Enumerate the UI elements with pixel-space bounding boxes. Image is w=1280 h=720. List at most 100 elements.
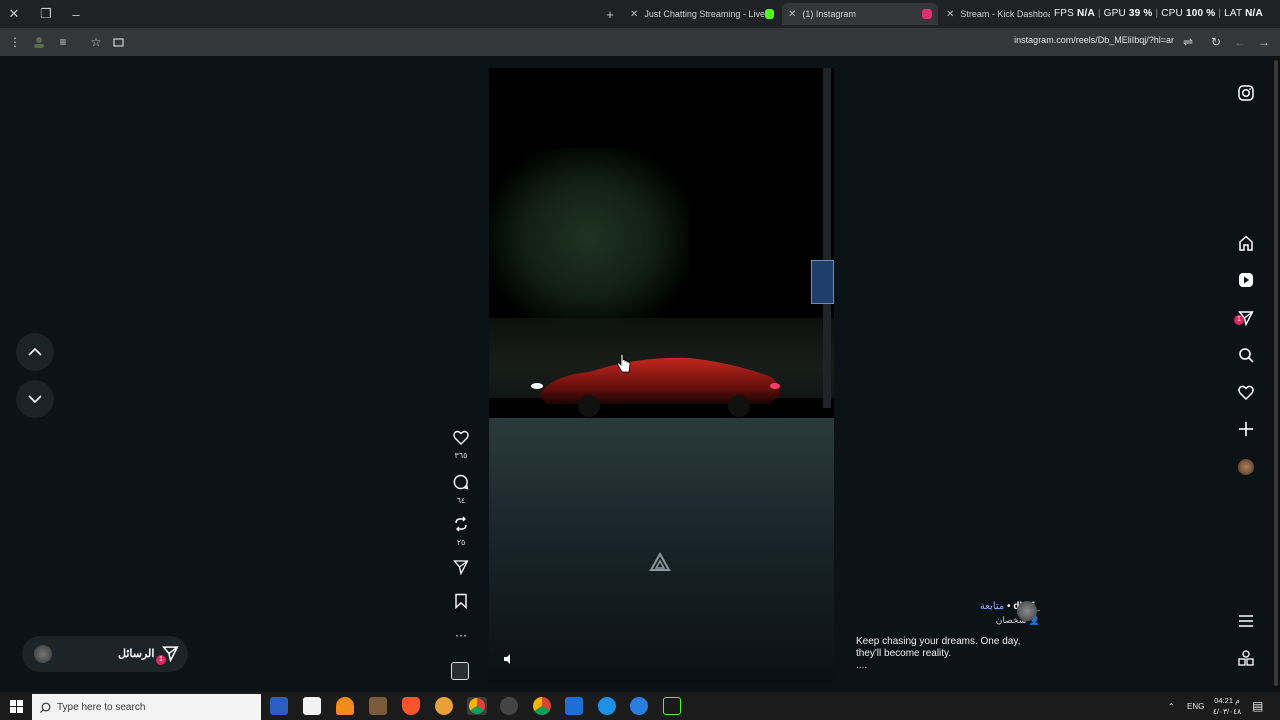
- install-app-icon[interactable]: [107, 31, 129, 53]
- gamebar-app-icon[interactable]: [565, 697, 583, 715]
- chrome-canary-icon[interactable]: [435, 697, 453, 715]
- gpu-label: GPU: [1103, 8, 1126, 19]
- browser-app-icon[interactable]: [630, 697, 648, 715]
- search-icon: [40, 702, 51, 713]
- url-text: instagram.com/reels/Db_MEliIbqj/?hl=ar: [1014, 35, 1174, 45]
- notifications-heart-icon[interactable]: [1236, 382, 1256, 402]
- tab-kick-dashboard[interactable]: ✕ Stream - Kick Dashboard: [940, 3, 1050, 25]
- chrome-active-icon[interactable]: [467, 697, 487, 715]
- fps-value: N/A: [1077, 8, 1095, 19]
- bookmark-icon: [455, 593, 467, 610]
- obs-app-icon[interactable]: [500, 697, 518, 715]
- reel-video[interactable]: [489, 68, 834, 682]
- tab-close-icon[interactable]: ✕: [788, 9, 796, 20]
- language-indicator[interactable]: ENG: [1187, 692, 1204, 720]
- new-tab-label: +: [606, 6, 614, 22]
- lat-label: LAT: [1224, 8, 1243, 19]
- close-window-icon[interactable]: ✕: [0, 0, 28, 28]
- video-pole-scenery: [823, 68, 831, 408]
- kick-favicon-icon: [764, 9, 774, 19]
- author-avatar[interactable]: [1017, 601, 1037, 621]
- profile-avatar[interactable]: [28, 31, 50, 53]
- share-button[interactable]: [449, 559, 473, 580]
- instagram-reels-page: ٣٦٥ ٦٤ ٢٥ ··· متابعة • dkof_: [0, 56, 1280, 692]
- tab-instagram[interactable]: ✕ (1) Instagram: [782, 3, 938, 25]
- messages-badge: 1: [156, 655, 166, 665]
- heart-icon: [453, 430, 469, 445]
- tab-title: Just Chatting Streaming - Live: [644, 9, 765, 19]
- taskbar-clock[interactable]: 04:21 م ٤/٠٣/٠٤٨: [1210, 695, 1244, 717]
- browser-tabbar: ✕ ❐ – + ✕ Just Chatting Streaming - Live…: [0, 0, 1280, 28]
- chevron-down-icon: [28, 395, 42, 403]
- caption-more-link[interactable]: ....: [856, 660, 1046, 672]
- follow-button[interactable]: متابعة: [980, 601, 1004, 612]
- home-icon[interactable]: [1236, 233, 1256, 253]
- performance-overlay: FPS N/A | GPU 39 % | CPU 100 % | LAT N/A: [1054, 8, 1263, 19]
- like-button[interactable]: ٣٦٥: [449, 430, 473, 460]
- tray-overflow-icon[interactable]: ⌃: [1168, 692, 1175, 720]
- reposts-count: ٢٥: [456, 538, 466, 547]
- taskbar-search-input[interactable]: Type here to search: [32, 694, 261, 720]
- reel-caption: Keep chasing your dreams. One day, they'…: [856, 636, 1046, 672]
- save-button[interactable]: [449, 593, 473, 614]
- chrome-browser-icon[interactable]: [533, 697, 551, 715]
- search-icon[interactable]: [1236, 345, 1256, 365]
- hand-cursor-icon: [617, 353, 631, 373]
- back-icon[interactable]: →: [1253, 31, 1275, 53]
- messages-avatar: [34, 645, 52, 663]
- scrollbar-thumb[interactable]: [1274, 60, 1278, 686]
- previous-reel-button[interactable]: [16, 333, 54, 371]
- create-plus-icon[interactable]: [1236, 419, 1256, 439]
- cpu-value: 100 %: [1185, 8, 1216, 19]
- forward-icon[interactable]: ←: [1229, 31, 1251, 53]
- bookmark-star-icon[interactable]: ☆: [85, 31, 107, 53]
- language-text: ENG: [1187, 701, 1205, 711]
- reels-icon[interactable]: [1236, 270, 1256, 290]
- tab-close-icon[interactable]: ✕: [946, 9, 954, 20]
- send-icon: [453, 560, 469, 576]
- comments-count: ٦٤: [456, 496, 466, 505]
- kick-app-icon[interactable]: [663, 697, 681, 715]
- tab-kick-live[interactable]: ✕ Just Chatting Streaming - Live: [624, 3, 780, 25]
- tab-title: (1) Instagram: [802, 9, 856, 19]
- cloudflare-app-icon[interactable]: [336, 697, 354, 715]
- red-car-image: [531, 357, 780, 417]
- comment-button[interactable]: ٦٤: [449, 474, 473, 505]
- outlook-app-icon[interactable]: [270, 697, 288, 715]
- messenger-app-icon[interactable]: [598, 697, 616, 715]
- menu-dots-icon[interactable]: ⋮: [4, 31, 26, 53]
- url-field[interactable]: instagram.com/reels/Db_MEliIbqj/?hl=ar: [1014, 35, 1174, 45]
- restore-window-icon[interactable]: ❐: [32, 0, 60, 28]
- search-placeholder: Type here to search: [57, 701, 146, 713]
- speaker-icon: [504, 654, 510, 664]
- caption-text: Keep chasing your dreams. One day, they'…: [856, 636, 1021, 659]
- profile-avatar[interactable]: [1236, 457, 1256, 477]
- brave-browser-icon[interactable]: [402, 697, 420, 715]
- tab-close-icon[interactable]: ✕: [630, 9, 638, 20]
- more-options-button[interactable]: ···: [449, 628, 473, 642]
- reading-list-icon[interactable]: ≡: [52, 31, 74, 53]
- page-scrollbar[interactable]: [1272, 56, 1280, 692]
- repost-button[interactable]: ٢٥: [449, 516, 473, 547]
- notifications-center-icon[interactable]: ▤: [1252, 692, 1263, 720]
- clock-date: ٤/٠٣/٠٤٨: [1212, 707, 1242, 716]
- next-reel-button[interactable]: [16, 380, 54, 418]
- volume-button[interactable]: [503, 654, 515, 666]
- video-tree-scenery: [489, 148, 689, 328]
- windows-start-button[interactable]: [0, 692, 32, 720]
- site-settings-icon[interactable]: ⇌: [1177, 31, 1199, 53]
- messages-label: الرسائل: [118, 648, 155, 660]
- tools-app-icon[interactable]: [369, 697, 387, 715]
- windows-taskbar: Type here to search ⌃ ENG 04:21 م ٤/٠٣/٠…: [0, 692, 1280, 720]
- reload-icon[interactable]: ↻: [1205, 31, 1227, 53]
- store-app-icon[interactable]: [303, 697, 321, 715]
- also-from-meta-icon[interactable]: [1236, 648, 1256, 668]
- comment-icon: [453, 474, 469, 490]
- messages-button[interactable]: الرسائل 1: [22, 636, 188, 672]
- instagram-logo-icon[interactable]: [1236, 83, 1256, 103]
- new-tab-button[interactable]: +: [596, 0, 624, 28]
- minimize-window-icon[interactable]: –: [62, 0, 90, 28]
- audio-track-thumbnail[interactable]: [451, 662, 469, 680]
- chevron-up-icon: [28, 348, 42, 356]
- more-menu-icon[interactable]: [1236, 611, 1256, 631]
